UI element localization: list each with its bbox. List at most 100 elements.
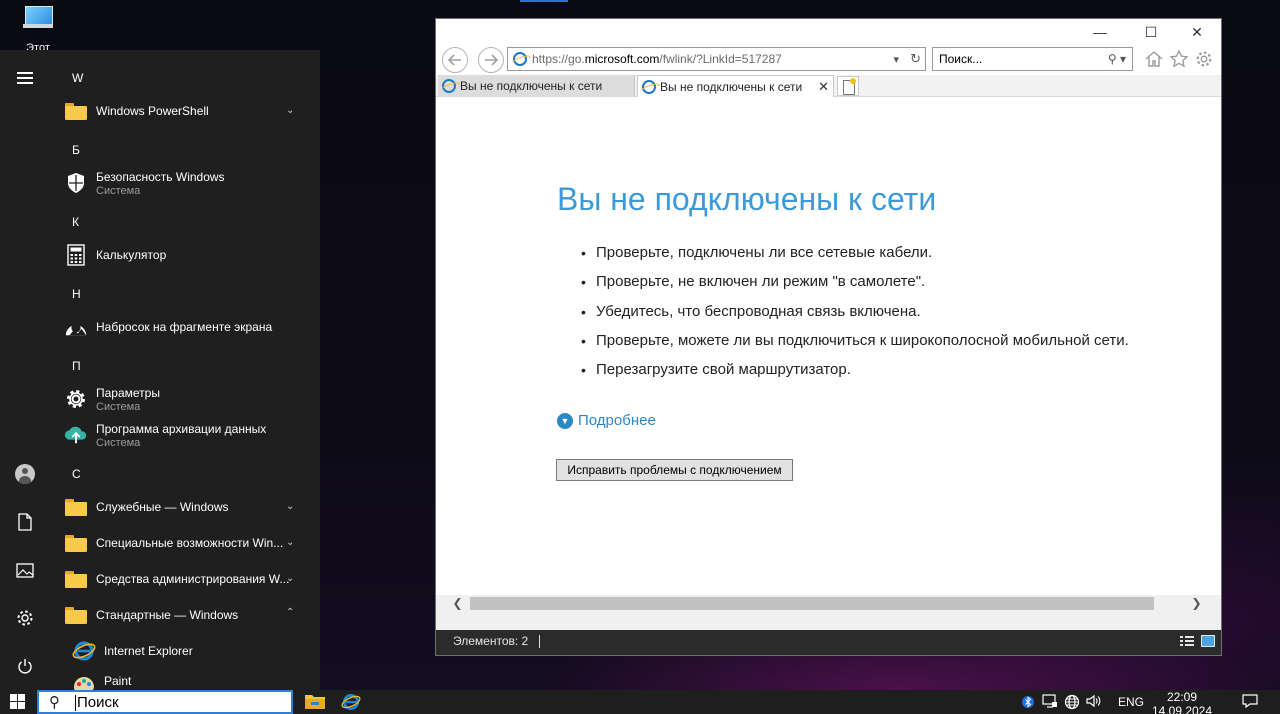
letter-header[interactable]: W (72, 71, 83, 85)
calculator-icon (67, 244, 85, 266)
letter-header[interactable]: Б (72, 143, 80, 157)
app-settings[interactable]: Параметры Система (50, 381, 312, 417)
details-view-icon[interactable] (1180, 635, 1194, 647)
start-rail (0, 50, 50, 690)
tab-active[interactable]: Вы не подключены к сети ✕ (637, 75, 834, 97)
tab-inactive[interactable]: Вы не подключены к сети (438, 75, 635, 97)
home-button[interactable] (1144, 50, 1164, 70)
settings-button[interactable] (0, 598, 50, 638)
globe-icon[interactable] (1064, 694, 1080, 710)
taskbar-internet-explorer[interactable] (340, 692, 364, 712)
app-standard-windows-folder[interactable]: Стандартные — Windows ⌃ (50, 597, 312, 633)
page-content: Вы не подключены к сети Проверьте, подкл… (436, 97, 1221, 595)
bluetooth-icon[interactable] (1020, 694, 1036, 710)
system-tray: ENG 22:09 14.09.2024 (1010, 690, 1280, 714)
large-icons-view-icon[interactable] (1201, 635, 1215, 647)
documents-button[interactable] (0, 502, 50, 542)
windows-logo-icon (10, 694, 26, 710)
app-admin-tools-folder[interactable]: Средства администрирования W... ⌄ (50, 561, 312, 597)
list-item: Проверьте, подключены ли все сетевые каб… (581, 242, 1129, 271)
user-account-button[interactable] (0, 454, 50, 494)
backup-icon (64, 426, 87, 444)
user-icon (15, 464, 35, 484)
letter-header[interactable]: К (72, 215, 79, 229)
folder-icon (65, 570, 87, 588)
app-calculator[interactable]: Калькулятор (50, 237, 312, 273)
more-details-link[interactable]: ▼ Подробнее (557, 412, 656, 429)
power-button[interactable] (0, 646, 50, 686)
network-icon[interactable] (1042, 694, 1058, 710)
url-domain: microsoft.com (584, 52, 660, 66)
app-name: Paint (104, 674, 132, 688)
address-dropdown-icon[interactable]: ▾ (894, 54, 900, 66)
app-paint[interactable]: Paint (50, 669, 312, 690)
this-pc-shortcut[interactable]: Этот (14, 6, 62, 54)
app-name: Калькулятор (96, 248, 167, 262)
app-ease-of-access-folder[interactable]: Специальные возможности Win... ⌄ (50, 525, 312, 561)
app-subtitle: Система (96, 436, 141, 449)
app-internet-explorer[interactable]: Internet Explorer (50, 633, 312, 669)
letter-header[interactable]: С (72, 467, 81, 481)
document-icon (18, 513, 32, 531)
clock-date[interactable]: 14.09.2024 (1142, 704, 1222, 714)
computer-icon (23, 6, 53, 28)
scroll-right-icon[interactable]: ❯ (1188, 595, 1205, 612)
app-list: W Windows PowerShell ⌄ Б Безопасность Wi… (50, 50, 320, 690)
fix-connection-button[interactable]: Исправить проблемы с подключением (556, 459, 793, 481)
navigation-bar: https://go.microsoft.com/fwlink/?LinkId=… (436, 45, 1221, 75)
refresh-icon[interactable]: ↻ (910, 51, 921, 66)
minimize-button[interactable]: — (1088, 23, 1112, 41)
chevron-down-icon: ⌄ (286, 501, 295, 512)
app-name: Средства администрирования W... (96, 572, 290, 586)
power-icon (18, 659, 32, 674)
folder-icon (65, 534, 87, 552)
favorites-button[interactable] (1169, 49, 1189, 70)
internet-explorer-icon (442, 79, 456, 93)
address-bar[interactable]: https://go.microsoft.com/fwlink/?LinkId=… (507, 47, 926, 71)
shield-icon (68, 173, 84, 193)
scroll-thumb[interactable] (470, 597, 1154, 610)
paint-icon (74, 677, 94, 690)
tab-close-icon[interactable]: ✕ (818, 76, 829, 98)
app-name: Стандартные — Windows (96, 608, 239, 622)
letter-header[interactable]: П (72, 359, 81, 373)
status-bar: Элементов: 2 (436, 612, 1221, 655)
tab-title: Вы не подключены к сети (460, 79, 603, 93)
troubleshooting-list: Проверьте, подключены ли все сетевые каб… (581, 242, 1129, 388)
internet-explorer-icon (72, 641, 96, 661)
app-subtitle: Система (96, 184, 141, 197)
taskbar-search[interactable]: ⚲ Поиск (37, 690, 293, 714)
notifications-icon[interactable] (1242, 694, 1258, 710)
taskbar-search-input[interactable]: Поиск (75, 695, 119, 711)
gear-icon (17, 610, 33, 626)
forward-button[interactable] (478, 47, 504, 73)
horizontal-scrollbar[interactable]: ❮ ❯ (436, 595, 1221, 612)
pictures-button[interactable] (0, 550, 50, 590)
search-icon[interactable]: ⚲ ▾ (1108, 48, 1126, 70)
start-button[interactable] (0, 690, 36, 714)
search-icon: ⚲ (49, 694, 60, 711)
folder-icon (65, 102, 87, 120)
app-windows-powershell[interactable]: Windows PowerShell ⌄ (50, 93, 312, 129)
volume-icon[interactable] (1086, 694, 1102, 710)
more-details-label: Подробнее (578, 412, 656, 429)
tools-button[interactable] (1194, 50, 1214, 70)
search-input[interactable]: Поиск... (939, 52, 982, 66)
app-backup[interactable]: Программа архивации данных Система (50, 417, 312, 453)
input-language[interactable]: ENG (1118, 695, 1144, 709)
maximize-button[interactable]: ☐ (1139, 23, 1163, 41)
close-button[interactable]: ✕ (1185, 23, 1209, 41)
search-box[interactable]: Поиск... ⚲ ▾ (932, 47, 1133, 71)
app-windows-accessories-folder[interactable]: Служебные — Windows ⌄ (50, 489, 312, 525)
new-tab-button[interactable] (837, 76, 859, 96)
back-button[interactable] (442, 47, 468, 73)
app-snip-sketch[interactable]: Набросок на фрагменте экрана (50, 309, 312, 345)
scroll-left-icon[interactable]: ❮ (449, 595, 466, 612)
letter-header[interactable]: Н (72, 287, 81, 301)
clock-time[interactable]: 22:09 (1152, 690, 1212, 704)
app-name: Служебные — Windows (96, 500, 229, 514)
start-menu: W Windows PowerShell ⌄ Б Безопасность Wi… (0, 50, 320, 690)
taskbar-file-explorer[interactable] (304, 692, 328, 712)
expand-menu-button[interactable] (0, 58, 50, 98)
app-windows-security[interactable]: Безопасность Windows Система (50, 165, 312, 201)
